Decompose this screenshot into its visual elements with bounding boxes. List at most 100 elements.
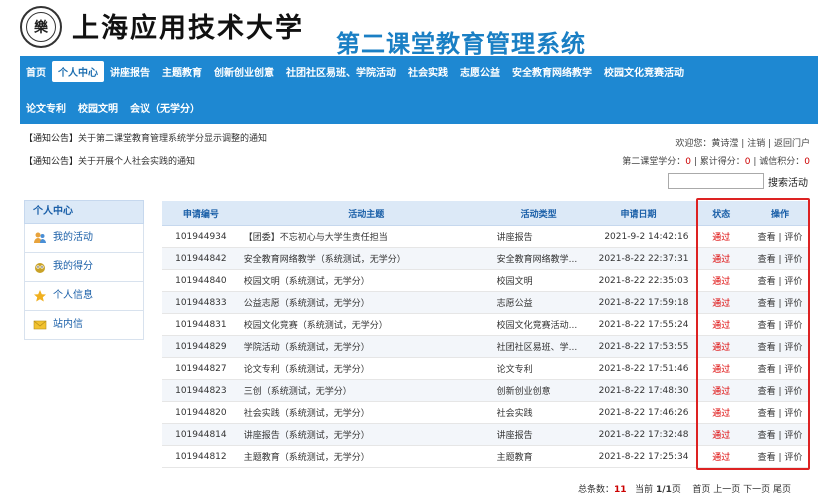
cell-type: 讲座报告 xyxy=(492,225,585,248)
cell-actions: 查看 | 评价 xyxy=(750,247,810,270)
view-link[interactable]: 查看 xyxy=(758,321,776,331)
rate-link[interactable]: 评价 xyxy=(784,409,802,419)
cell-type: 主题教育 xyxy=(492,445,585,468)
search-button[interactable]: 搜索活动 xyxy=(768,174,808,189)
nav-home[interactable]: 首页 xyxy=(20,61,52,82)
view-link[interactable]: 查看 xyxy=(758,277,776,287)
nav-volunteer[interactable]: 志愿公益 xyxy=(454,61,506,82)
cell-topic: 校园文化竞赛（系统测试，无学分） xyxy=(239,313,493,336)
nav-lecture-report[interactable]: 讲座报告 xyxy=(104,61,156,82)
cell-status: 通过 xyxy=(692,313,751,336)
view-link[interactable]: 查看 xyxy=(758,387,776,397)
first-page-link[interactable]: 首页 xyxy=(692,485,710,495)
nav-campus-civility[interactable]: 校园文明 xyxy=(72,97,124,118)
nav-campus-culture[interactable]: 校园文化竞赛活动 xyxy=(598,61,690,82)
rate-link[interactable]: 评价 xyxy=(784,343,802,353)
notice-link[interactable]: 关于开展个人社会实践的通知 xyxy=(78,157,195,167)
view-link[interactable]: 查看 xyxy=(758,431,776,441)
cell-date: 2021-8-22 17:55:24 xyxy=(584,313,693,336)
rate-link[interactable]: 评价 xyxy=(784,299,802,309)
cell-id: 101944814 xyxy=(162,423,240,446)
nav-social-practice[interactable]: 社会实践 xyxy=(402,61,454,82)
view-link[interactable]: 查看 xyxy=(758,365,776,375)
logout-link[interactable]: 注销 xyxy=(747,139,765,149)
view-link[interactable]: 查看 xyxy=(758,343,776,353)
view-link[interactable]: 查看 xyxy=(758,409,776,419)
sidebar-item-label: 我的得分 xyxy=(53,261,93,272)
table-header-row: 申请编号 活动主题 活动类型 申请日期 状态 操作 xyxy=(162,201,810,226)
integrity-label: 诚信积分： xyxy=(759,157,805,167)
col-header-actions: 操作 xyxy=(750,201,810,226)
nav-theme-education[interactable]: 主题教育 xyxy=(156,61,208,82)
rate-link[interactable]: 评价 xyxy=(784,431,802,441)
cell-date: 2021-9-2 14:42:16 xyxy=(584,225,693,248)
cell-topic: 公益志愿（系统测试，无学分） xyxy=(239,291,493,314)
credit-value: 0 xyxy=(685,157,691,167)
rate-link[interactable]: 评价 xyxy=(784,277,802,287)
nav-club-activities[interactable]: 社团社区易班、学院活动 xyxy=(280,61,402,82)
notice-link[interactable]: 关于第二课堂教育管理系统学分显示调整的通知 xyxy=(78,134,267,144)
nav-papers-patents[interactable]: 论文专利 xyxy=(20,97,72,118)
nav-safety-education[interactable]: 安全教育网络教学 xyxy=(506,61,598,82)
portal-link[interactable]: 返回门户 xyxy=(774,139,810,149)
last-page-link[interactable]: 尾页 xyxy=(773,485,791,495)
cell-type: 社团社区易班、学... xyxy=(492,335,585,358)
search-input[interactable] xyxy=(668,173,764,189)
cell-topic: 主题教育（系统测试，无学分） xyxy=(239,445,493,468)
notice-tag: 【通知公告】 xyxy=(24,134,79,144)
cell-actions: 查看 | 评价 xyxy=(750,445,810,468)
view-link[interactable]: 查看 xyxy=(758,233,776,243)
rate-link[interactable]: 评价 xyxy=(784,233,802,243)
notice-item[interactable]: 【通知公告】关于开展个人社会实践的通知 xyxy=(24,154,267,167)
cell-type: 安全教育网络教学... xyxy=(492,247,585,270)
col-header-id: 申请编号 xyxy=(162,201,240,226)
cell-type: 社会实践 xyxy=(492,401,585,424)
cell-id: 101944831 xyxy=(162,313,240,336)
table-row: 101944833 公益志愿（系统测试，无学分） 志愿公益 2021-8-22 17:… xyxy=(162,291,810,314)
total-score-label: 累计得分： xyxy=(699,157,745,167)
view-link[interactable]: 查看 xyxy=(758,299,776,309)
sidebar-item-my-activities[interactable]: 我的活动 xyxy=(24,224,144,253)
rate-link[interactable]: 评价 xyxy=(784,321,802,331)
cell-date: 2021-8-22 17:32:48 xyxy=(584,423,693,446)
mail-icon xyxy=(33,318,47,332)
user-info: 欢迎您：黄诗滢 | 注销 | 返回门户 第二课堂学分：0 | 累计得分：0 | … xyxy=(622,135,810,171)
view-link[interactable]: 查看 xyxy=(758,453,776,463)
cell-status: 通过 xyxy=(692,357,751,380)
people-icon xyxy=(33,231,47,245)
sidebar-item-personal-info[interactable]: 个人信息 xyxy=(24,282,144,311)
current-page-label: 当前 xyxy=(635,485,654,495)
nav-meetings[interactable]: 会议（无学分） xyxy=(124,97,206,118)
sidebar-item-messages[interactable]: 站内信 xyxy=(24,311,144,340)
prev-page-link[interactable]: 上一页 xyxy=(713,485,740,495)
sidebar-item-my-scores[interactable]: 我的得分 xyxy=(24,253,144,282)
nav-innovation[interactable]: 创新创业创意 xyxy=(208,61,280,82)
rate-link[interactable]: 评价 xyxy=(784,387,802,397)
cell-date: 2021-8-22 17:53:55 xyxy=(584,335,693,358)
cell-status: 通过 xyxy=(692,247,751,270)
view-link[interactable]: 查看 xyxy=(758,255,776,265)
table-row: 101944840 校园文明（系统测试，无学分） 校园文明 2021-8-22 22:… xyxy=(162,269,810,292)
cell-type: 讲座报告 xyxy=(492,423,585,446)
cell-status: 通过 xyxy=(692,423,751,446)
cell-type: 创新创业创意 xyxy=(492,379,585,402)
cell-actions: 查看 | 评价 xyxy=(750,401,810,424)
system-title: 第二课堂教育管理系统 xyxy=(336,30,586,58)
sidebar: 个人中心 我的活动 我的得分 个人信息 站内信 xyxy=(24,200,144,340)
cell-date: 2021-8-22 17:48:30 xyxy=(584,379,693,402)
pagination: 总条数：11 当前 1/1页 首页 上一页 下一页 尾页 xyxy=(578,482,791,495)
user-scores-row: 第二课堂学分：0 | 累计得分：0 | 诚信积分：0 xyxy=(622,157,810,167)
rate-link[interactable]: 评价 xyxy=(784,453,802,463)
cell-type: 校园文化竞赛活动... xyxy=(492,313,585,336)
cell-date: 2021-8-22 22:37:31 xyxy=(584,247,693,270)
next-page-link[interactable]: 下一页 xyxy=(743,485,770,495)
university-logo[interactable]: 樂 xyxy=(20,6,62,48)
cell-actions: 查看 | 评价 xyxy=(750,379,810,402)
nav-personal-center[interactable]: 个人中心 xyxy=(52,60,104,82)
cell-id: 101944827 xyxy=(162,357,240,380)
rate-link[interactable]: 评价 xyxy=(784,255,802,265)
notice-item[interactable]: 【通知公告】关于第二课堂教育管理系统学分显示调整的通知 xyxy=(24,131,267,144)
table-row: 101944814 讲座报告（系统测试，无学分） 讲座报告 2021-8-22 17:… xyxy=(162,423,810,446)
sidebar-item-label: 个人信息 xyxy=(53,290,93,301)
rate-link[interactable]: 评价 xyxy=(784,365,802,375)
